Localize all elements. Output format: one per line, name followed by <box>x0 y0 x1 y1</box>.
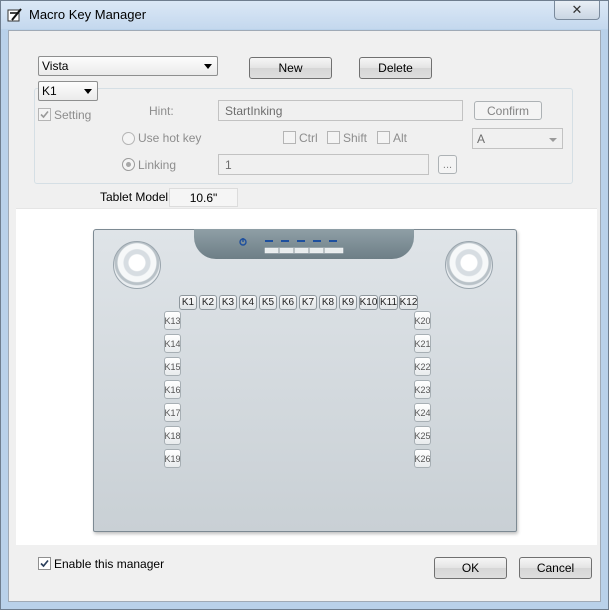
tablet-model-value: 10.6" <box>169 188 238 207</box>
setting-checkbox[interactable] <box>38 108 51 121</box>
chevron-down-icon <box>204 64 212 69</box>
key-select[interactable]: K1 <box>38 81 98 101</box>
new-button[interactable]: New <box>249 57 332 79</box>
tablet-key-k24[interactable]: K24 <box>414 403 431 422</box>
tablet-key-k3[interactable]: K3 <box>219 295 237 310</box>
tablet-key-k10[interactable]: K10 <box>359 295 378 310</box>
app-icon <box>7 7 23 23</box>
chevron-down-icon <box>549 138 557 142</box>
tablet-key-k15[interactable]: K15 <box>164 357 181 376</box>
tablet-model-label: Tablet Model: <box>100 190 172 204</box>
tablet-key-k21[interactable]: K21 <box>414 334 431 353</box>
check-icon <box>40 110 49 119</box>
tablet-key-k11[interactable]: K11 <box>379 295 398 310</box>
shift-checkbox[interactable] <box>327 131 340 144</box>
enable-manager-checkbox[interactable] <box>38 557 51 570</box>
setting-label: Setting <box>54 108 92 122</box>
tablet-key-k8[interactable]: K8 <box>319 295 337 310</box>
browse-button[interactable]: ... <box>438 155 457 174</box>
confirm-button[interactable]: Confirm <box>474 101 542 120</box>
ctrl-checkbox[interactable] <box>283 131 296 144</box>
tablet-key-k19[interactable]: K19 <box>164 449 181 468</box>
hotkey-key-value: A <box>477 131 486 146</box>
tablet-key-k4[interactable]: K4 <box>239 295 257 310</box>
profile-select[interactable]: Vista <box>38 56 218 76</box>
hint-label: Hint: <box>149 104 174 118</box>
close-icon: ✕ <box>571 2 583 17</box>
tablet-key-k23[interactable]: K23 <box>414 380 431 399</box>
use-hotkey-label: Use hot key <box>138 131 202 145</box>
use-hotkey-radio[interactable] <box>122 132 135 145</box>
linking-radio[interactable] <box>122 158 135 171</box>
tablet-key-k9[interactable]: K9 <box>339 295 357 310</box>
key-select-value: K1 <box>42 84 57 98</box>
delete-button[interactable]: Delete <box>359 57 432 79</box>
tablet-key-k14[interactable]: K14 <box>164 334 181 353</box>
linking-input[interactable]: 1 <box>218 154 429 175</box>
tablet-key-k7[interactable]: K7 <box>299 295 317 310</box>
check-icon <box>40 559 49 568</box>
right-touch-wheel[interactable] <box>445 241 493 289</box>
radio-dot-icon <box>126 162 131 167</box>
tablet-status-strip <box>194 229 414 259</box>
tablet-key-k18[interactable]: K18 <box>164 426 181 445</box>
tablet-key-k20[interactable]: K20 <box>414 311 431 330</box>
ok-button[interactable]: OK <box>434 557 507 579</box>
ctrl-label: Ctrl <box>299 131 318 145</box>
tablet-key-k6[interactable]: K6 <box>279 295 297 310</box>
alt-checkbox[interactable] <box>377 131 390 144</box>
tablet-key-k22[interactable]: K22 <box>414 357 431 376</box>
tablet-key-k2[interactable]: K2 <box>199 295 217 310</box>
tablet-key-k16[interactable]: K16 <box>164 380 181 399</box>
shift-label: Shift <box>343 131 368 145</box>
left-touch-wheel[interactable] <box>113 241 161 289</box>
alt-label: Alt <box>393 131 408 145</box>
enable-manager-label: Enable this manager <box>54 557 165 571</box>
tablet-key-k12[interactable]: K12 <box>399 295 418 310</box>
tablet-key-k5[interactable]: K5 <box>259 295 277 310</box>
tablet-key-k1[interactable]: K1 <box>179 295 197 310</box>
tablet-key-k26[interactable]: K26 <box>414 449 431 468</box>
window-title: Macro Key Manager <box>29 7 147 22</box>
tablet-key-k13[interactable]: K13 <box>164 311 181 330</box>
chevron-down-icon <box>84 89 92 94</box>
cancel-button[interactable]: Cancel <box>519 557 592 579</box>
hint-input[interactable]: StartInking <box>218 100 463 121</box>
tablet-key-k17[interactable]: K17 <box>164 403 181 422</box>
hotkey-key-select[interactable]: A <box>472 128 563 149</box>
close-button[interactable]: ✕ <box>554 1 600 20</box>
tablet-key-k25[interactable]: K25 <box>414 426 431 445</box>
profile-select-value: Vista <box>42 59 69 73</box>
linking-label: Linking <box>138 158 177 172</box>
